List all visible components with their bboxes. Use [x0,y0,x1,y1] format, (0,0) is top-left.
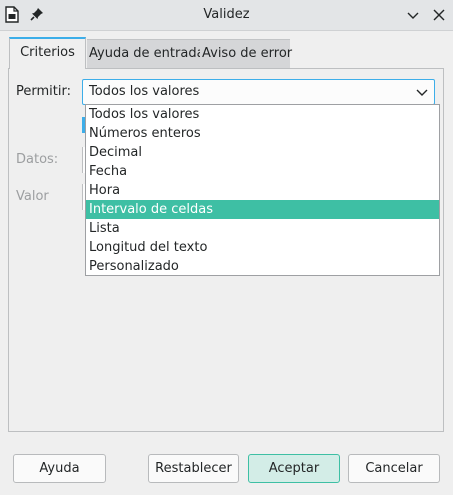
cancel-button[interactable]: Cancelar [348,454,440,483]
chevron-down-icon [416,89,428,96]
option-numeros-enteros[interactable]: Números enteros [86,124,439,143]
option-personalizado[interactable]: Personalizado [86,257,439,276]
minimize-icon[interactable] [405,7,421,23]
window-title: Validez [203,7,250,22]
valor-label: Valor [16,189,49,204]
reset-button[interactable]: Restablecer [148,454,239,483]
option-longitud-del-texto[interactable]: Longitud del texto [86,238,439,257]
ok-button[interactable]: Aceptar [248,454,340,483]
close-icon[interactable] [431,7,447,23]
option-fecha[interactable]: Fecha [86,162,439,181]
permitir-value: Todos los valores [89,84,200,99]
tab-ayuda-de-entrada[interactable]: Ayuda de entrada [87,39,205,69]
permitir-label: Permitir: [16,84,71,99]
tab-criterios[interactable]: Criterios [9,37,86,69]
permitir-dropdown-list: Todos los valores Números enteros Decima… [85,104,440,276]
option-lista[interactable]: Lista [86,219,439,238]
permitir-combobox[interactable]: Todos los valores [82,79,435,105]
option-intervalo-de-celdas[interactable]: Intervalo de celdas [86,200,439,219]
option-todos-los-valores[interactable]: Todos los valores [86,105,439,124]
title-bar: Validez [0,0,453,31]
help-button[interactable]: Ayuda [13,454,106,483]
option-hora[interactable]: Hora [86,181,439,200]
datos-label: Datos: [16,152,59,167]
tab-aviso-de-error[interactable]: Aviso de error [200,39,292,69]
option-decimal[interactable]: Decimal [86,143,439,162]
